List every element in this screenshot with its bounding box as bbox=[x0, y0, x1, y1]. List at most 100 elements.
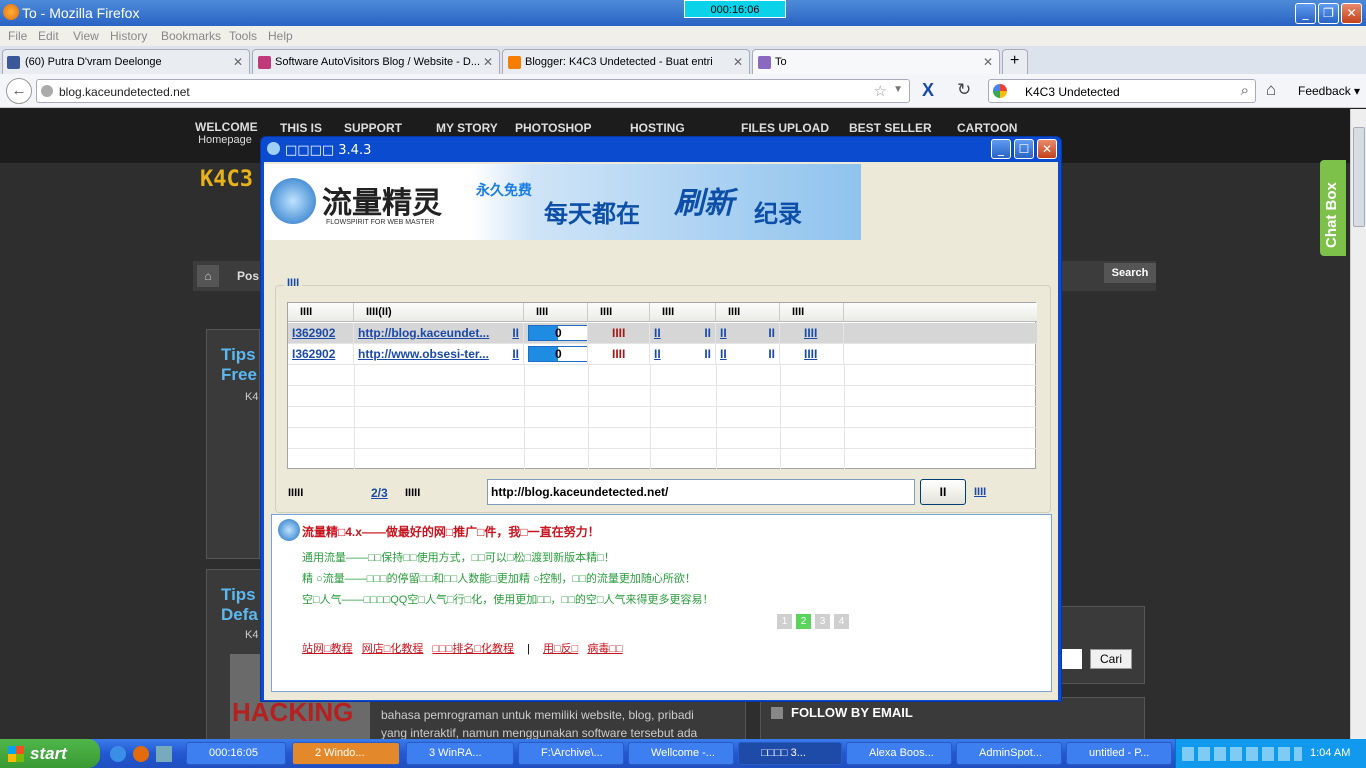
row-status: II bbox=[512, 326, 519, 340]
row-url-cell: http://blog.kaceundet... II bbox=[354, 323, 524, 344]
page-1-button[interactable]: 1 bbox=[777, 614, 792, 629]
tab-to[interactable]: To ✕ bbox=[752, 49, 1000, 74]
dialog-close-button[interactable]: ✕ bbox=[1037, 139, 1057, 159]
tab-label: (60) Putra D'vram Deelonge bbox=[25, 56, 162, 68]
col-header-id[interactable]: IIII bbox=[288, 303, 354, 322]
col-header-5[interactable]: IIII bbox=[650, 303, 716, 322]
row-col5-a: II bbox=[654, 326, 661, 340]
nav-welcome[interactable]: WELCOME Homepage bbox=[195, 120, 258, 146]
task-firefox[interactable]: Wellcome -... bbox=[628, 742, 734, 765]
dialog-minimize-button[interactable]: _ bbox=[991, 139, 1011, 159]
go-link[interactable]: IIII bbox=[974, 486, 986, 498]
menu-file[interactable]: File bbox=[8, 29, 27, 43]
close-tab-icon[interactable]: ✕ bbox=[733, 55, 743, 69]
post-title-2[interactable]: Tips Defa bbox=[221, 585, 258, 625]
search-icon[interactable]: ⌕ bbox=[1241, 82, 1249, 99]
table-row-empty bbox=[288, 407, 1037, 428]
ie-quicklaunch-icon[interactable] bbox=[110, 746, 126, 762]
menu-help[interactable]: Help bbox=[268, 29, 293, 43]
menu-history[interactable]: History bbox=[110, 29, 147, 43]
restore-button[interactable]: ❐ bbox=[1318, 3, 1339, 24]
nav-best-seller[interactable]: BEST SELLER bbox=[849, 121, 932, 135]
close-tab-icon[interactable]: ✕ bbox=[983, 55, 993, 69]
row-id[interactable]: I362902 bbox=[288, 344, 354, 365]
minimize-button[interactable]: _ bbox=[1295, 3, 1316, 24]
page-4-button[interactable]: 4 bbox=[834, 614, 849, 629]
page-2-button[interactable]: 2 bbox=[796, 614, 811, 629]
col-header-4[interactable]: IIII bbox=[588, 303, 650, 322]
nav-my-story[interactable]: MY STORY bbox=[436, 121, 498, 135]
task-flowspirit[interactable]: □□□□ 3... bbox=[738, 742, 842, 765]
table-row-empty bbox=[288, 386, 1037, 407]
nav-hosting[interactable]: HOSTING bbox=[630, 121, 685, 135]
x-addon-icon[interactable]: X bbox=[922, 80, 934, 101]
row-id[interactable]: I362902 bbox=[288, 323, 354, 344]
menu-tools[interactable]: Tools bbox=[229, 29, 257, 43]
task-paint[interactable]: untitled - P... bbox=[1066, 742, 1172, 765]
google-icon bbox=[993, 84, 1007, 98]
dropdown-icon[interactable]: ▼ bbox=[893, 84, 903, 95]
tab-facebook[interactable]: (60) Putra D'vram Deelonge ✕ bbox=[2, 49, 250, 74]
link-site-tutorial[interactable]: 站网□教程 bbox=[302, 643, 353, 655]
link-feedback[interactable]: 用□反□ bbox=[543, 643, 578, 655]
col-header-6[interactable]: IIII bbox=[716, 303, 780, 322]
nav-files-upload[interactable]: FILES UPLOAD bbox=[741, 121, 829, 135]
task-adminspot[interactable]: AdminSpot... bbox=[956, 742, 1062, 765]
col-header-progress[interactable]: IIII bbox=[524, 303, 588, 322]
page-3-button[interactable]: 3 bbox=[815, 614, 830, 629]
close-tab-icon[interactable]: ✕ bbox=[233, 55, 243, 69]
site-search-button[interactable]: Search bbox=[1104, 263, 1156, 283]
bookmark-star-icon[interactable]: ☆ bbox=[874, 82, 887, 100]
nav-this-is[interactable]: THIS IS bbox=[280, 121, 322, 135]
link-rank-tutorial[interactable]: □□□排名□化教程 bbox=[432, 643, 514, 655]
task-archive-folder[interactable]: F:\Archive\... bbox=[518, 742, 624, 765]
feedback-button[interactable]: Feedback ▾ bbox=[1298, 84, 1360, 98]
banner-sub: FLOWSPIRIT FOR WEB MASTER bbox=[326, 219, 435, 226]
start-button[interactable]: start bbox=[0, 739, 100, 768]
col-header-7[interactable]: IIII bbox=[780, 303, 844, 322]
nav-cartoon[interactable]: CARTOON bbox=[957, 121, 1017, 135]
table-row[interactable]: I362902 http://www.obsesi-ter... II 0 II… bbox=[288, 344, 1037, 365]
col-header-url[interactable]: IIII(II) bbox=[354, 303, 524, 322]
menu-bookmarks[interactable]: Bookmarks bbox=[161, 29, 221, 43]
menu-edit[interactable]: Edit bbox=[38, 29, 59, 43]
home-nav-icon[interactable]: ⌂ bbox=[197, 265, 219, 287]
dialog-maximize-button[interactable]: ☐ bbox=[1014, 139, 1034, 159]
task-alexa[interactable]: Alexa Boos... bbox=[846, 742, 952, 765]
link-virus[interactable]: 病毒□□ bbox=[587, 643, 622, 655]
back-button[interactable]: ← bbox=[6, 78, 32, 104]
nav-photoshop[interactable]: PHOTOSHOP bbox=[515, 121, 591, 135]
task-winrar[interactable]: 3 WinRA... bbox=[406, 742, 514, 765]
chat-box-tab[interactable]: Chat Box bbox=[1320, 160, 1346, 256]
task-timer[interactable]: 000:16:05 bbox=[186, 742, 286, 765]
close-button[interactable]: ✕ bbox=[1341, 3, 1362, 24]
home-icon[interactable]: ⌂ bbox=[1266, 80, 1276, 100]
task-windows-explorer[interactable]: 2 Windo... bbox=[292, 742, 400, 765]
post-title-1[interactable]: Tips Free bbox=[221, 345, 257, 385]
cari-input[interactable] bbox=[1062, 649, 1082, 669]
posts-tab[interactable]: Pos bbox=[237, 269, 259, 283]
row-url[interactable]: http://www.obsesi-ter... bbox=[358, 347, 489, 361]
progress-value: 0 bbox=[555, 326, 562, 340]
reload-icon[interactable]: ↻ bbox=[957, 80, 971, 100]
url-bar[interactable]: blog.kaceundetected.net ☆ ▼ bbox=[36, 79, 910, 103]
footer-label: IIIII bbox=[288, 487, 304, 499]
desktop-quicklaunch-icon[interactable] bbox=[156, 746, 172, 762]
link-shop-tutorial[interactable]: 网店□化教程 bbox=[362, 643, 424, 655]
search-input[interactable]: K4C3 Undetected ⌕ bbox=[988, 79, 1256, 103]
tab-autovisitors[interactable]: Software AutoVisitors Blog / Website - D… bbox=[252, 49, 500, 74]
nav-support[interactable]: SUPPORT bbox=[344, 121, 402, 135]
page-count[interactable]: 2/3 bbox=[371, 486, 388, 500]
firefox-quicklaunch-icon[interactable] bbox=[133, 746, 149, 762]
tab-blogger[interactable]: Blogger: K4C3 Undetected - Buat entri ✕ bbox=[502, 49, 750, 74]
menu-view[interactable]: View bbox=[73, 29, 99, 43]
new-tab-button[interactable]: + bbox=[1002, 49, 1028, 74]
table-row[interactable]: I362902 http://blog.kaceundet... II 0 II… bbox=[288, 323, 1037, 344]
cari-button[interactable]: Cari bbox=[1090, 649, 1132, 669]
page-scrollbar[interactable] bbox=[1350, 109, 1366, 739]
row-url[interactable]: http://blog.kaceundet... bbox=[358, 326, 489, 340]
info-title: 流量精□4.x——做最好的网□推广□件，我□一直在努力！ bbox=[302, 525, 600, 539]
go-button[interactable]: II bbox=[920, 479, 966, 505]
close-tab-icon[interactable]: ✕ bbox=[483, 55, 493, 69]
url-input[interactable] bbox=[487, 479, 915, 505]
